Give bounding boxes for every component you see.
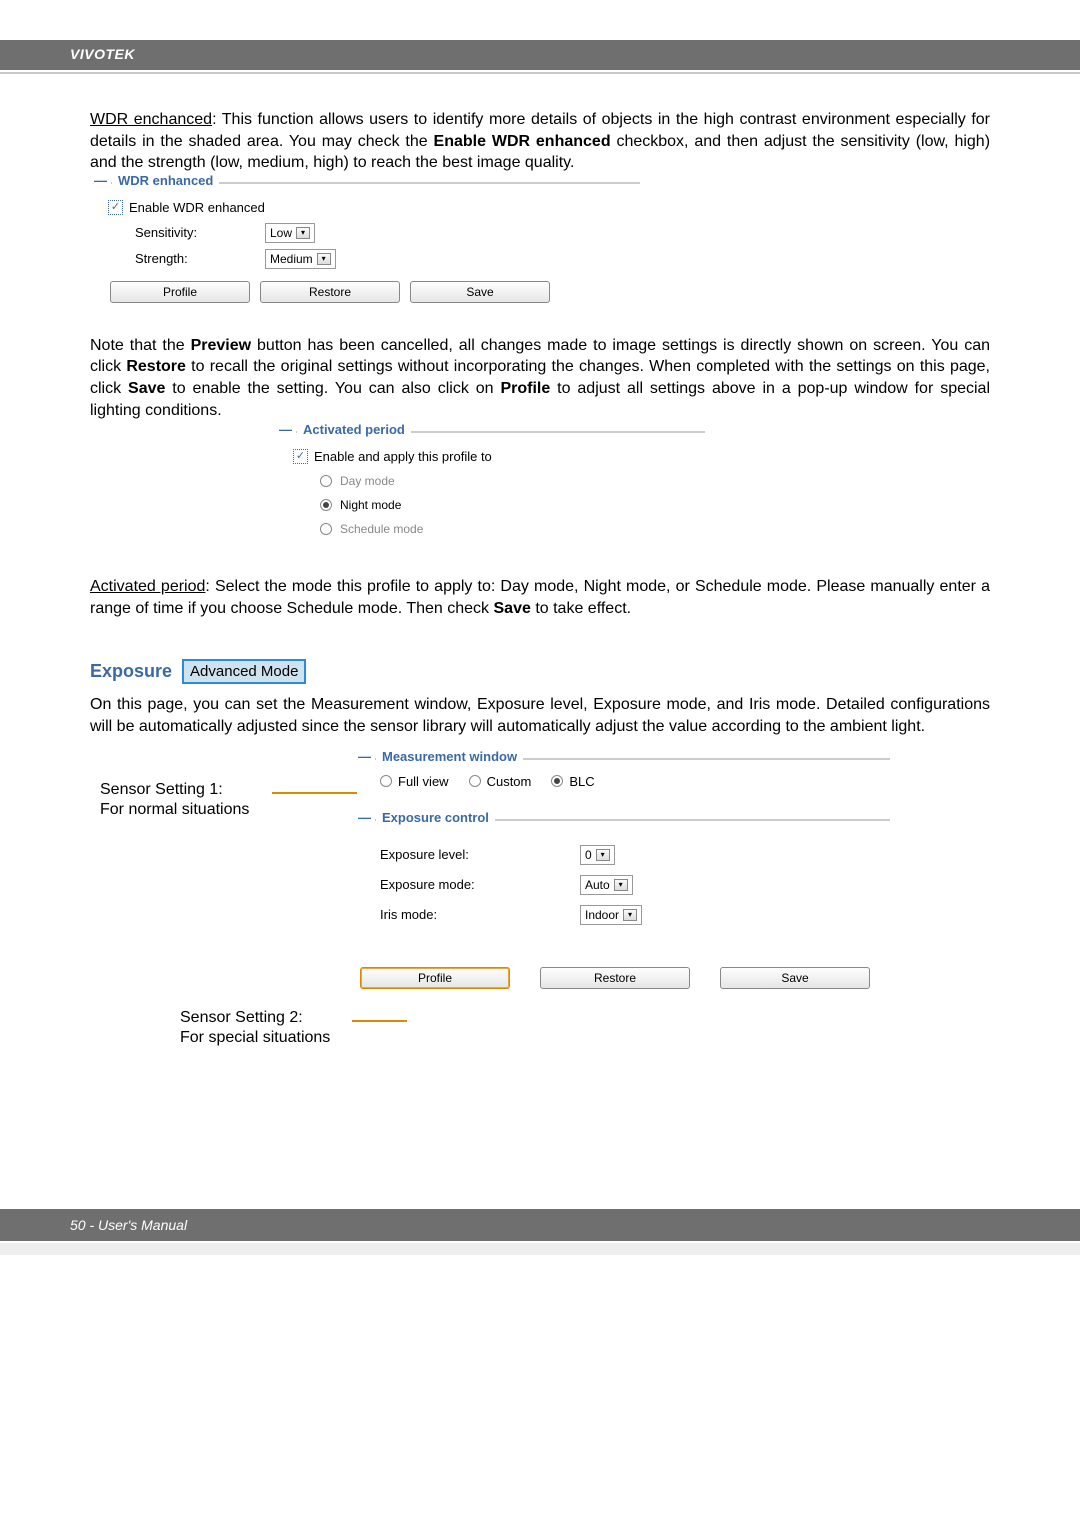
- exposure-level-select[interactable]: 0 ▾: [580, 845, 615, 865]
- brand: VIVOTEK: [70, 46, 135, 62]
- sensor-diagram: Sensor Setting 1: For normal situations …: [90, 758, 990, 989]
- enable-wdr-label: Enable WDR enhanced: [129, 200, 265, 215]
- radio-icon[interactable]: [380, 775, 392, 787]
- exposure-heading: Exposure Advanced Mode: [90, 659, 990, 684]
- sensitivity-label: Sensitivity:: [135, 225, 265, 240]
- strength-select[interactable]: Medium ▾: [265, 249, 336, 269]
- chevron-down-icon: ▾: [296, 227, 310, 239]
- checkbox-icon[interactable]: ✓: [108, 200, 123, 215]
- exposure-control-panel: — Exposure control Exposure level: 0 ▾ E…: [360, 819, 890, 949]
- full-view-radio[interactable]: Full view: [380, 774, 449, 789]
- page-number: 50 - User's Manual: [70, 1217, 187, 1233]
- chevron-down-icon: ▾: [614, 879, 628, 891]
- sensitivity-select[interactable]: Low ▾: [265, 223, 315, 243]
- iris-mode-select[interactable]: Indoor ▾: [580, 905, 642, 925]
- activated-title: Activated period: [297, 422, 411, 437]
- wdr-panel: — WDR enhanced ✓ Enable WDR enhanced Sen…: [90, 182, 640, 315]
- enable-wdr-row[interactable]: ✓ Enable WDR enhanced: [90, 200, 640, 215]
- measurement-title: Measurement window: [376, 749, 523, 764]
- blc-radio[interactable]: BLC: [551, 774, 594, 789]
- advanced-mode-badge: Advanced Mode: [182, 659, 306, 684]
- wdr-intro-paragraph: WDR enchanced: This function allows user…: [90, 109, 990, 174]
- callout-line: [352, 1020, 407, 1022]
- collapse-icon[interactable]: —: [90, 173, 111, 188]
- save-button[interactable]: Save: [720, 967, 870, 989]
- custom-radio[interactable]: Custom: [469, 774, 532, 789]
- exposure-intro: On this page, you can set the Measuremen…: [90, 694, 990, 737]
- restore-button[interactable]: Restore: [540, 967, 690, 989]
- measurement-window-panel: — Measurement window Full view Custom BL…: [360, 758, 890, 803]
- enable-profile-label: Enable and apply this profile to: [314, 449, 492, 464]
- exposure-title: Exposure: [90, 661, 172, 682]
- sensitivity-row: Sensitivity: Low ▾: [90, 223, 640, 243]
- wdr-intro-heading: WDR enchanced: [90, 111, 212, 128]
- sensor-setting-1-label: Sensor Setting 1: For normal situations: [100, 780, 249, 822]
- footer-rule: [0, 1243, 1080, 1255]
- activated-paragraph: Activated period: Select the mode this p…: [90, 576, 990, 619]
- enable-profile-row[interactable]: ✓ Enable and apply this profile to: [275, 449, 705, 464]
- radio-icon[interactable]: [551, 775, 563, 787]
- footer-bar: 50 - User's Manual: [0, 1209, 1080, 1241]
- sensor-setting-2-label: Sensor Setting 2: For special situations: [180, 1008, 330, 1050]
- wdr-panel-title: WDR enhanced: [112, 173, 219, 188]
- note-paragraph: Note that the Preview button has been ca…: [90, 335, 990, 421]
- radio-icon[interactable]: [320, 523, 332, 535]
- day-mode-row[interactable]: Day mode: [275, 474, 705, 488]
- iris-mode-label: Iris mode:: [380, 907, 580, 922]
- profile-button[interactable]: Profile: [110, 281, 250, 303]
- save-button[interactable]: Save: [410, 281, 550, 303]
- checkbox-icon[interactable]: ✓: [293, 449, 308, 464]
- collapse-icon[interactable]: —: [354, 749, 375, 764]
- radio-icon[interactable]: [469, 775, 481, 787]
- chevron-down-icon: ▾: [596, 849, 610, 861]
- radio-icon[interactable]: [320, 475, 332, 487]
- strength-label: Strength:: [135, 251, 265, 266]
- exposure-control-title: Exposure control: [376, 810, 495, 825]
- radio-icon[interactable]: [320, 499, 332, 511]
- profile-button[interactable]: Profile: [360, 967, 510, 989]
- collapse-icon[interactable]: —: [275, 422, 296, 437]
- collapse-icon[interactable]: —: [354, 810, 375, 825]
- restore-button[interactable]: Restore: [260, 281, 400, 303]
- chevron-down-icon: ▾: [623, 909, 637, 921]
- callout-line: [272, 792, 357, 794]
- chevron-down-icon: ▾: [317, 253, 331, 265]
- exposure-mode-select[interactable]: Auto ▾: [580, 875, 633, 895]
- night-mode-row[interactable]: Night mode: [275, 498, 705, 512]
- exposure-mode-label: Exposure mode:: [380, 877, 580, 892]
- strength-row: Strength: Medium ▾: [90, 249, 640, 269]
- exposure-level-label: Exposure level:: [380, 847, 580, 862]
- schedule-mode-row[interactable]: Schedule mode: [275, 522, 705, 536]
- header-bar: VIVOTEK: [0, 40, 1080, 70]
- activated-period-panel: — Activated period ✓ Enable and apply th…: [275, 431, 705, 556]
